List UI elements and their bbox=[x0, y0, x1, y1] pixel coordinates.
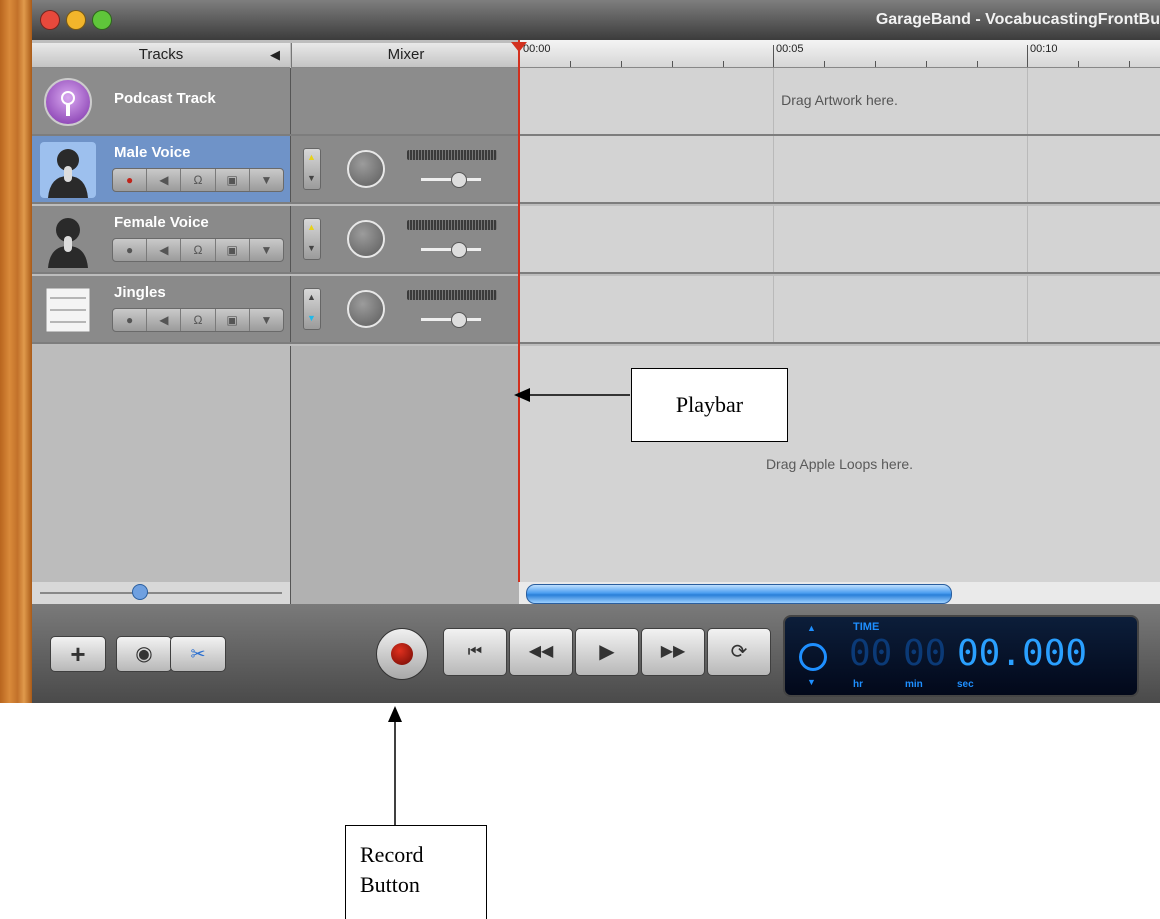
annotation-arrows bbox=[388, 388, 630, 825]
record-arrow-head bbox=[388, 706, 402, 722]
record-button-callout: Record Button bbox=[345, 825, 487, 919]
playbar-callout: Playbar bbox=[631, 368, 788, 442]
playbar-arrow-head bbox=[514, 388, 530, 402]
